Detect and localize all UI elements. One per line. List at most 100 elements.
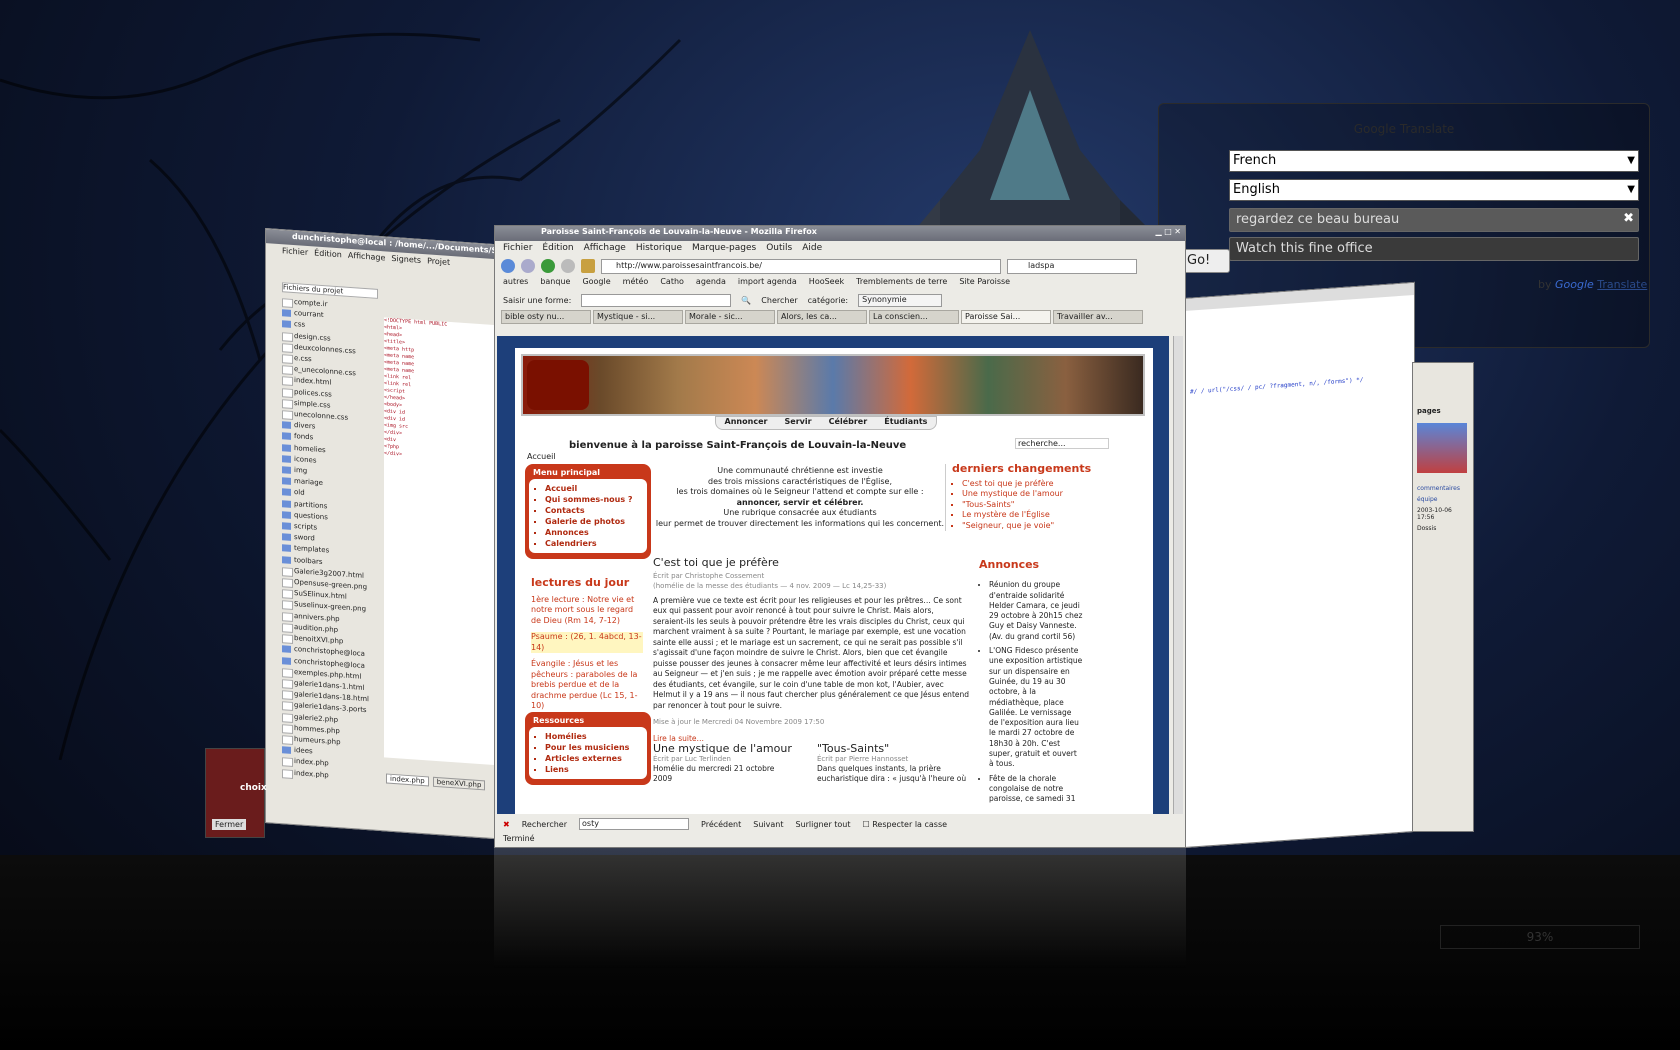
code-editor[interactable]: <!DOCTYPE html PUBLIC <html> <head> <title>… <box>384 317 495 766</box>
stop-icon[interactable] <box>561 259 575 273</box>
back-icon[interactable] <box>501 259 515 273</box>
browser-tab[interactable]: Paroisse Sai... <box>961 310 1051 324</box>
tab-benoitxvi-php[interactable]: beneXVI.php <box>432 776 486 791</box>
code-window-right[interactable]: #/ / url("/css/ / pc/ ?fragment, n/, /fo… <box>1185 281 1415 848</box>
tab-index-php[interactable]: index.php <box>386 773 429 787</box>
menu-item[interactable]: Historique <box>636 243 682 254</box>
choice-dialog[interactable]: choix Fermer <box>205 748 267 838</box>
search-icon[interactable]: 🔍 <box>741 296 751 305</box>
menu-signets[interactable]: Signets <box>391 254 421 265</box>
menu-projet[interactable]: Projet <box>427 256 450 267</box>
menu-item[interactable]: Outils <box>766 243 792 254</box>
site-search-input[interactable]: recherche... <box>1015 438 1109 449</box>
browser-tab[interactable]: Morale - sic... <box>685 310 775 324</box>
daily-readings: lectures du jour 1ère lecture : Notre vi… <box>531 577 643 718</box>
main-menu-item[interactable]: Calendriers <box>545 538 641 549</box>
menu-item[interactable]: Affichage <box>584 243 626 254</box>
browser-tab[interactable]: Alors, les ca... <box>777 310 867 324</box>
main-menu-item[interactable]: Accueil <box>545 483 641 494</box>
close-dialog-button[interactable]: Fermer <box>212 819 247 830</box>
bookmark-item[interactable]: Google <box>582 277 610 290</box>
home-icon[interactable] <box>581 259 595 273</box>
latest-change-link[interactable]: "Tous-Saints" <box>962 500 1095 511</box>
search-button[interactable]: Chercher <box>761 296 797 305</box>
gallery-window-right[interactable]: pages commentaires équipe 2003-10-06 17:… <box>1412 362 1474 832</box>
right-tab-pages[interactable]: pages <box>1413 363 1473 415</box>
web-search-input[interactable]: ladspa <box>1007 258 1137 274</box>
form-input[interactable] <box>581 293 732 307</box>
url-input[interactable]: http://www.paroissesaintfrancois.be/ <box>601 258 1001 274</box>
site-nav-item[interactable]: Étudiants <box>884 417 927 429</box>
project-file-tree[interactable]: compte.ir courrant css design.css deuxcolonn… <box>280 296 380 785</box>
browser-tab[interactable]: Travailler av... <box>1053 310 1143 324</box>
browser-tab[interactable]: bible osty nu... <box>501 310 591 324</box>
main-menu-item[interactable]: Galerie de photos <box>545 516 641 527</box>
third-article-author: Écrit par Pierre Hannosset <box>817 755 909 763</box>
quanta-editor-window[interactable]: dunchristophe@local : /home/.../Document… <box>265 228 495 840</box>
main-menu-item[interactable]: Contacts <box>545 505 641 516</box>
bookmark-item[interactable]: Catho <box>660 277 684 290</box>
menu-item[interactable]: Marque-pages <box>692 243 756 254</box>
right-link-team[interactable]: équipe <box>1413 496 1473 503</box>
close-icon[interactable]: ✕ <box>1174 227 1181 236</box>
latest-change-link[interactable]: "Seigneur, que je voie" <box>962 521 1095 532</box>
bookmark-item[interactable]: banque <box>540 277 570 290</box>
latest-change-link[interactable]: C'est toi que je préfère <box>962 479 1095 490</box>
bookmark-item[interactable]: agenda <box>696 277 726 290</box>
menu-affichage[interactable]: Affichage <box>348 251 386 263</box>
site-nav-item[interactable]: Annoncer <box>725 417 768 429</box>
bookmark-item[interactable]: import agenda <box>738 277 797 290</box>
target-language-select[interactable]: English ▼ <box>1229 179 1639 201</box>
find-previous-button[interactable]: Précédent <box>701 820 741 829</box>
resource-link[interactable]: Articles externes <box>545 753 641 764</box>
browser-tab[interactable]: Mystique - si... <box>593 310 683 324</box>
bookmark-item[interactable]: Site Paroisse <box>959 277 1010 290</box>
category-select[interactable]: Synonymie <box>858 293 943 307</box>
reading-first[interactable]: 1ère lecture : Notre vie et notre mort s… <box>531 595 643 627</box>
resource-link[interactable]: Homélies <box>545 731 641 742</box>
resource-link[interactable]: Pour les musiciens <box>545 742 641 753</box>
bookmark-item[interactable]: météo <box>623 277 649 290</box>
minimize-icon[interactable]: ▁ <box>1155 227 1161 236</box>
third-article-title[interactable]: "Tous-Saints" <box>817 743 967 754</box>
forward-icon[interactable] <box>521 259 535 273</box>
menu-item[interactable]: Aide <box>802 243 822 254</box>
page-scrollbar[interactable] <box>1173 336 1183 814</box>
site-nav-item[interactable]: Célébrer <box>829 417 868 429</box>
site-nav-item[interactable]: Servir <box>785 417 812 429</box>
menu-item[interactable]: Édition <box>542 243 573 254</box>
source-language-select[interactable]: French ▼ <box>1229 150 1639 172</box>
menu-fichier[interactable]: Fichier <box>282 246 308 257</box>
maximize-icon[interactable]: □ <box>1164 227 1172 236</box>
announcement-item: Réunion du groupe d'entraide solidarité … <box>989 580 1083 642</box>
latest-change-link[interactable]: Le mystère de l'Église <box>962 510 1095 521</box>
reading-psalm[interactable]: Psaume : (26, 1. 4abcd, 13-14) <box>531 632 643 653</box>
menu-item[interactable]: Fichier <box>503 243 532 254</box>
article-title[interactable]: C'est toi que je préfère <box>653 557 969 569</box>
bookmark-item[interactable]: HooSeek <box>809 277 844 290</box>
close-find-icon[interactable]: ✖ <box>503 820 510 829</box>
bookmark-item[interactable]: Tremblements de terre <box>856 277 947 290</box>
reading-gospel[interactable]: Évangile : Jésus et les pêcheurs : parab… <box>531 659 643 712</box>
main-menu-item[interactable]: Annonces <box>545 527 641 538</box>
reload-icon[interactable] <box>541 259 555 273</box>
second-article-title[interactable]: Une mystique de l'amour <box>653 743 793 754</box>
breadcrumb[interactable]: Accueil <box>527 452 556 461</box>
go-button[interactable]: Go! <box>1182 249 1230 273</box>
bookmark-item[interactable]: autres <box>503 277 528 290</box>
browser-tab[interactable]: La conscien... <box>869 310 959 324</box>
find-next-button[interactable]: Suivant <box>753 820 783 829</box>
menu-edition[interactable]: Édition <box>314 248 342 259</box>
latest-change-link[interactable]: Une mystique de l'amour <box>962 489 1095 500</box>
web-page-viewport[interactable]: Annoncer Servir Célébrer Étudiants Accueil … <box>497 336 1169 814</box>
highlight-all-button[interactable]: Surligner tout <box>795 820 850 829</box>
right-link-comments[interactable]: commentaires <box>1413 481 1473 496</box>
firefox-window[interactable]: Paroisse Saint-François de Louvain-la-Ne… <box>494 225 1186 848</box>
source-text-input[interactable]: regardez ce beau bureau ✖ <box>1229 208 1639 232</box>
clear-icon[interactable]: ✖ <box>1623 211 1634 226</box>
resource-link[interactable]: Liens <box>545 764 641 775</box>
find-input[interactable]: osty <box>579 818 690 830</box>
main-menu-item[interactable]: Qui sommes-nous ? <box>545 494 641 505</box>
match-case-checkbox[interactable]: ☐ Respecter la casse <box>863 820 948 829</box>
image-thumbnail[interactable] <box>1417 423 1467 473</box>
